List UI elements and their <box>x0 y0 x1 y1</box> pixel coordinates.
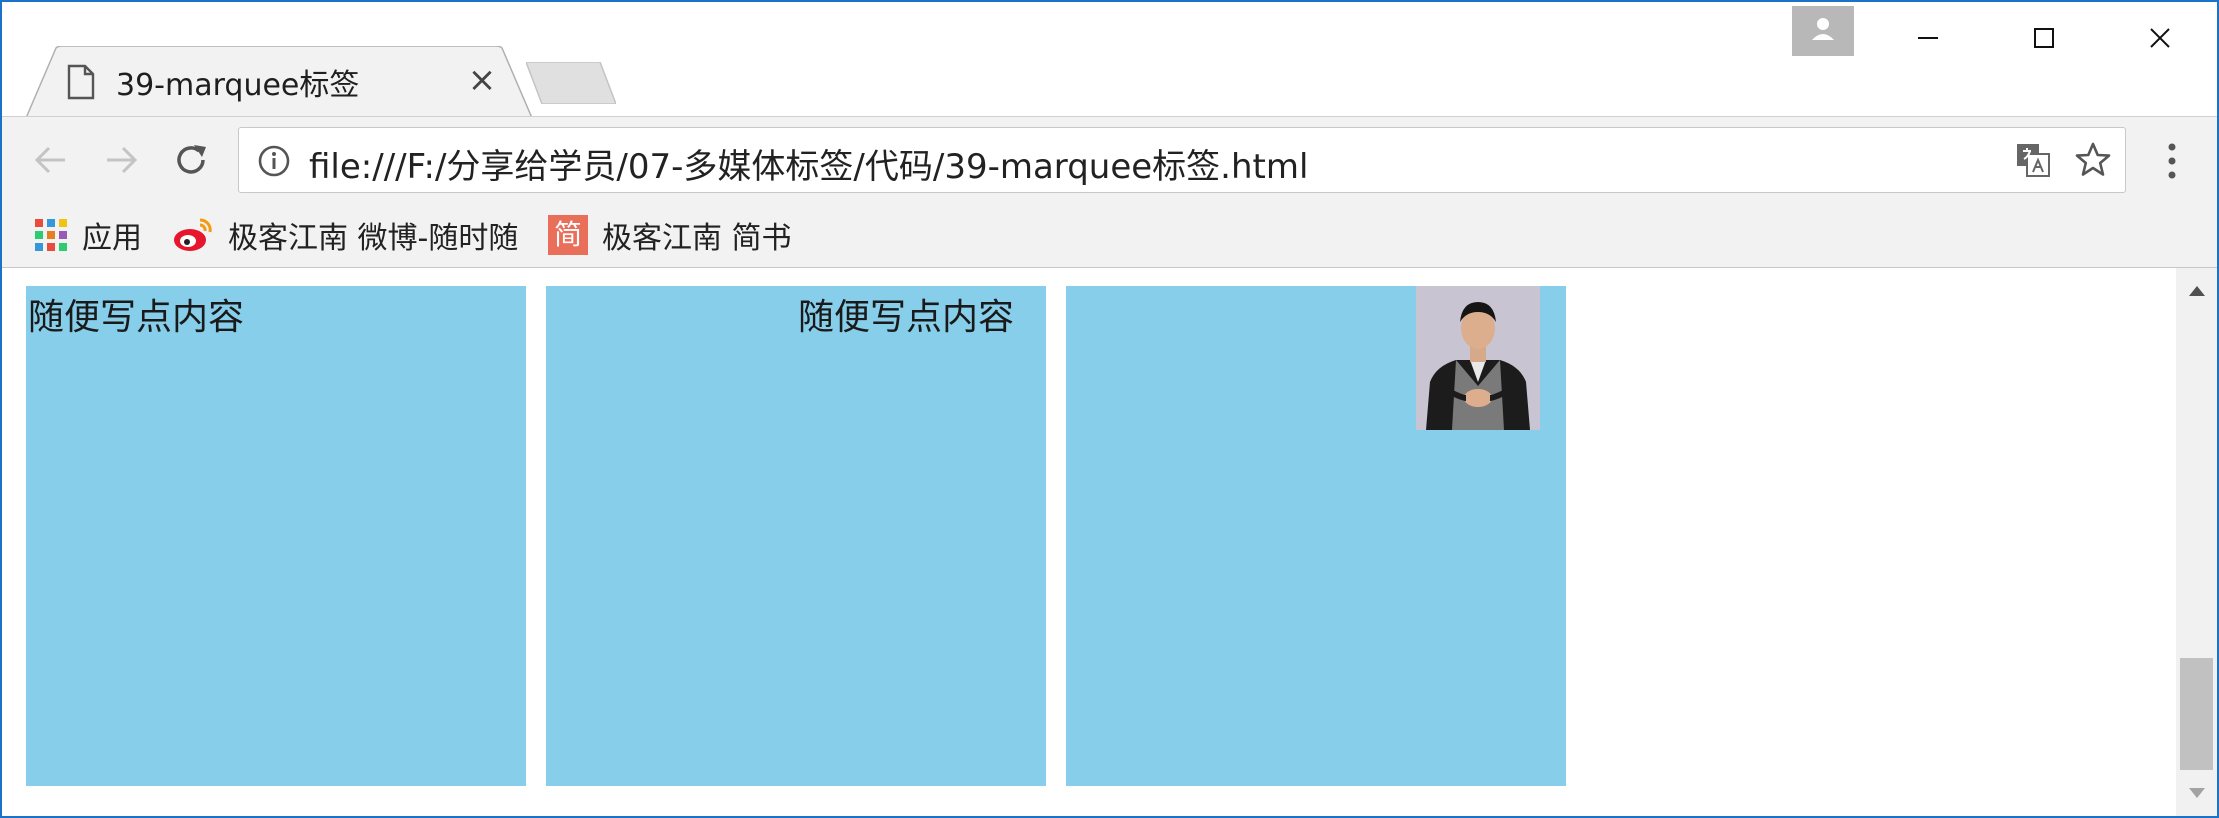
bookmark-label: 应用 <box>82 221 142 256</box>
triangle-up-icon <box>2188 286 2205 296</box>
menu-icon[interactable] <box>2152 141 2192 181</box>
minimize-button[interactable] <box>1878 10 1978 66</box>
page-content: 随便写点内容 随便写点内容 <box>2 268 2176 816</box>
forward-button[interactable] <box>98 137 144 183</box>
person-photo <box>1416 286 1540 430</box>
maximize-button[interactable] <box>1994 10 2094 66</box>
marquee-box-2: 随便写点内容 <box>546 286 1046 786</box>
arrow-right-icon <box>107 146 138 174</box>
bookmark-apps[interactable]: 应用 <box>34 214 142 256</box>
close-icon <box>2150 28 2170 48</box>
vertical-scrollbar[interactable] <box>2176 268 2217 816</box>
bookmarks-bar: 应用 极客江南 微博-随时随 简 极客江南 简书 <box>2 202 2217 268</box>
scroll-thumb[interactable] <box>2180 658 2213 770</box>
reload-button[interactable] <box>168 137 214 183</box>
info-icon[interactable] <box>257 144 291 178</box>
marquee-text: 随便写点内容 <box>28 297 245 338</box>
bookmark-weibo[interactable]: 极客江南 微博-随时随 <box>172 214 522 256</box>
weibo-icon <box>174 218 212 251</box>
close-window-button[interactable] <box>2110 10 2210 66</box>
profile-button[interactable] <box>1792 6 1854 56</box>
scroll-down-button[interactable] <box>2176 778 2217 808</box>
scroll-up-button[interactable] <box>2176 276 2217 306</box>
back-button[interactable] <box>28 137 74 183</box>
tab-close-icon[interactable]: × <box>464 62 500 98</box>
tab-title: 39-marquee标签 <box>116 68 360 103</box>
person-icon <box>1812 18 1834 40</box>
toolbar: file:///F:/分享给学员/07-多媒体标签/代码/39-marquee标… <box>2 116 2217 202</box>
maximize-icon <box>2034 28 2054 48</box>
bookmark-label: 极客江南 简书 <box>602 221 792 256</box>
url-text[interactable]: file:///F:/分享给学员/07-多媒体标签/代码/39-marquee标… <box>309 139 1308 188</box>
address-bar[interactable]: file:///F:/分享给学员/07-多媒体标签/代码/39-marquee标… <box>238 127 2126 193</box>
bookmark-jianshu[interactable]: 简 极客江南 简书 <box>548 214 792 256</box>
page-icon <box>67 64 95 100</box>
apps-grid-icon <box>35 219 67 251</box>
arrow-left-icon <box>34 146 65 174</box>
title-bar: 39-marquee标签 × <box>2 2 2217 118</box>
triangle-down-icon <box>2188 788 2205 798</box>
minimize-icon <box>1918 37 1938 39</box>
new-tab-button[interactable] <box>526 62 616 104</box>
marquee-text: 随便写点内容 <box>797 297 1014 338</box>
browser-window: 39-marquee标签 × file:///F:/分享给学员/07-多媒体标签… <box>0 0 2219 818</box>
star-icon[interactable] <box>2073 140 2113 180</box>
marquee-box-3 <box>1066 286 1566 786</box>
jianshu-icon: 简 <box>548 215 588 255</box>
reload-icon <box>177 145 206 174</box>
bookmark-label: 极客江南 微博-随时随 <box>228 221 519 256</box>
translate-icon[interactable] <box>2015 142 2051 178</box>
active-tab[interactable]: 39-marquee标签 × <box>26 46 532 118</box>
marquee-box-1: 随便写点内容 <box>26 286 526 786</box>
